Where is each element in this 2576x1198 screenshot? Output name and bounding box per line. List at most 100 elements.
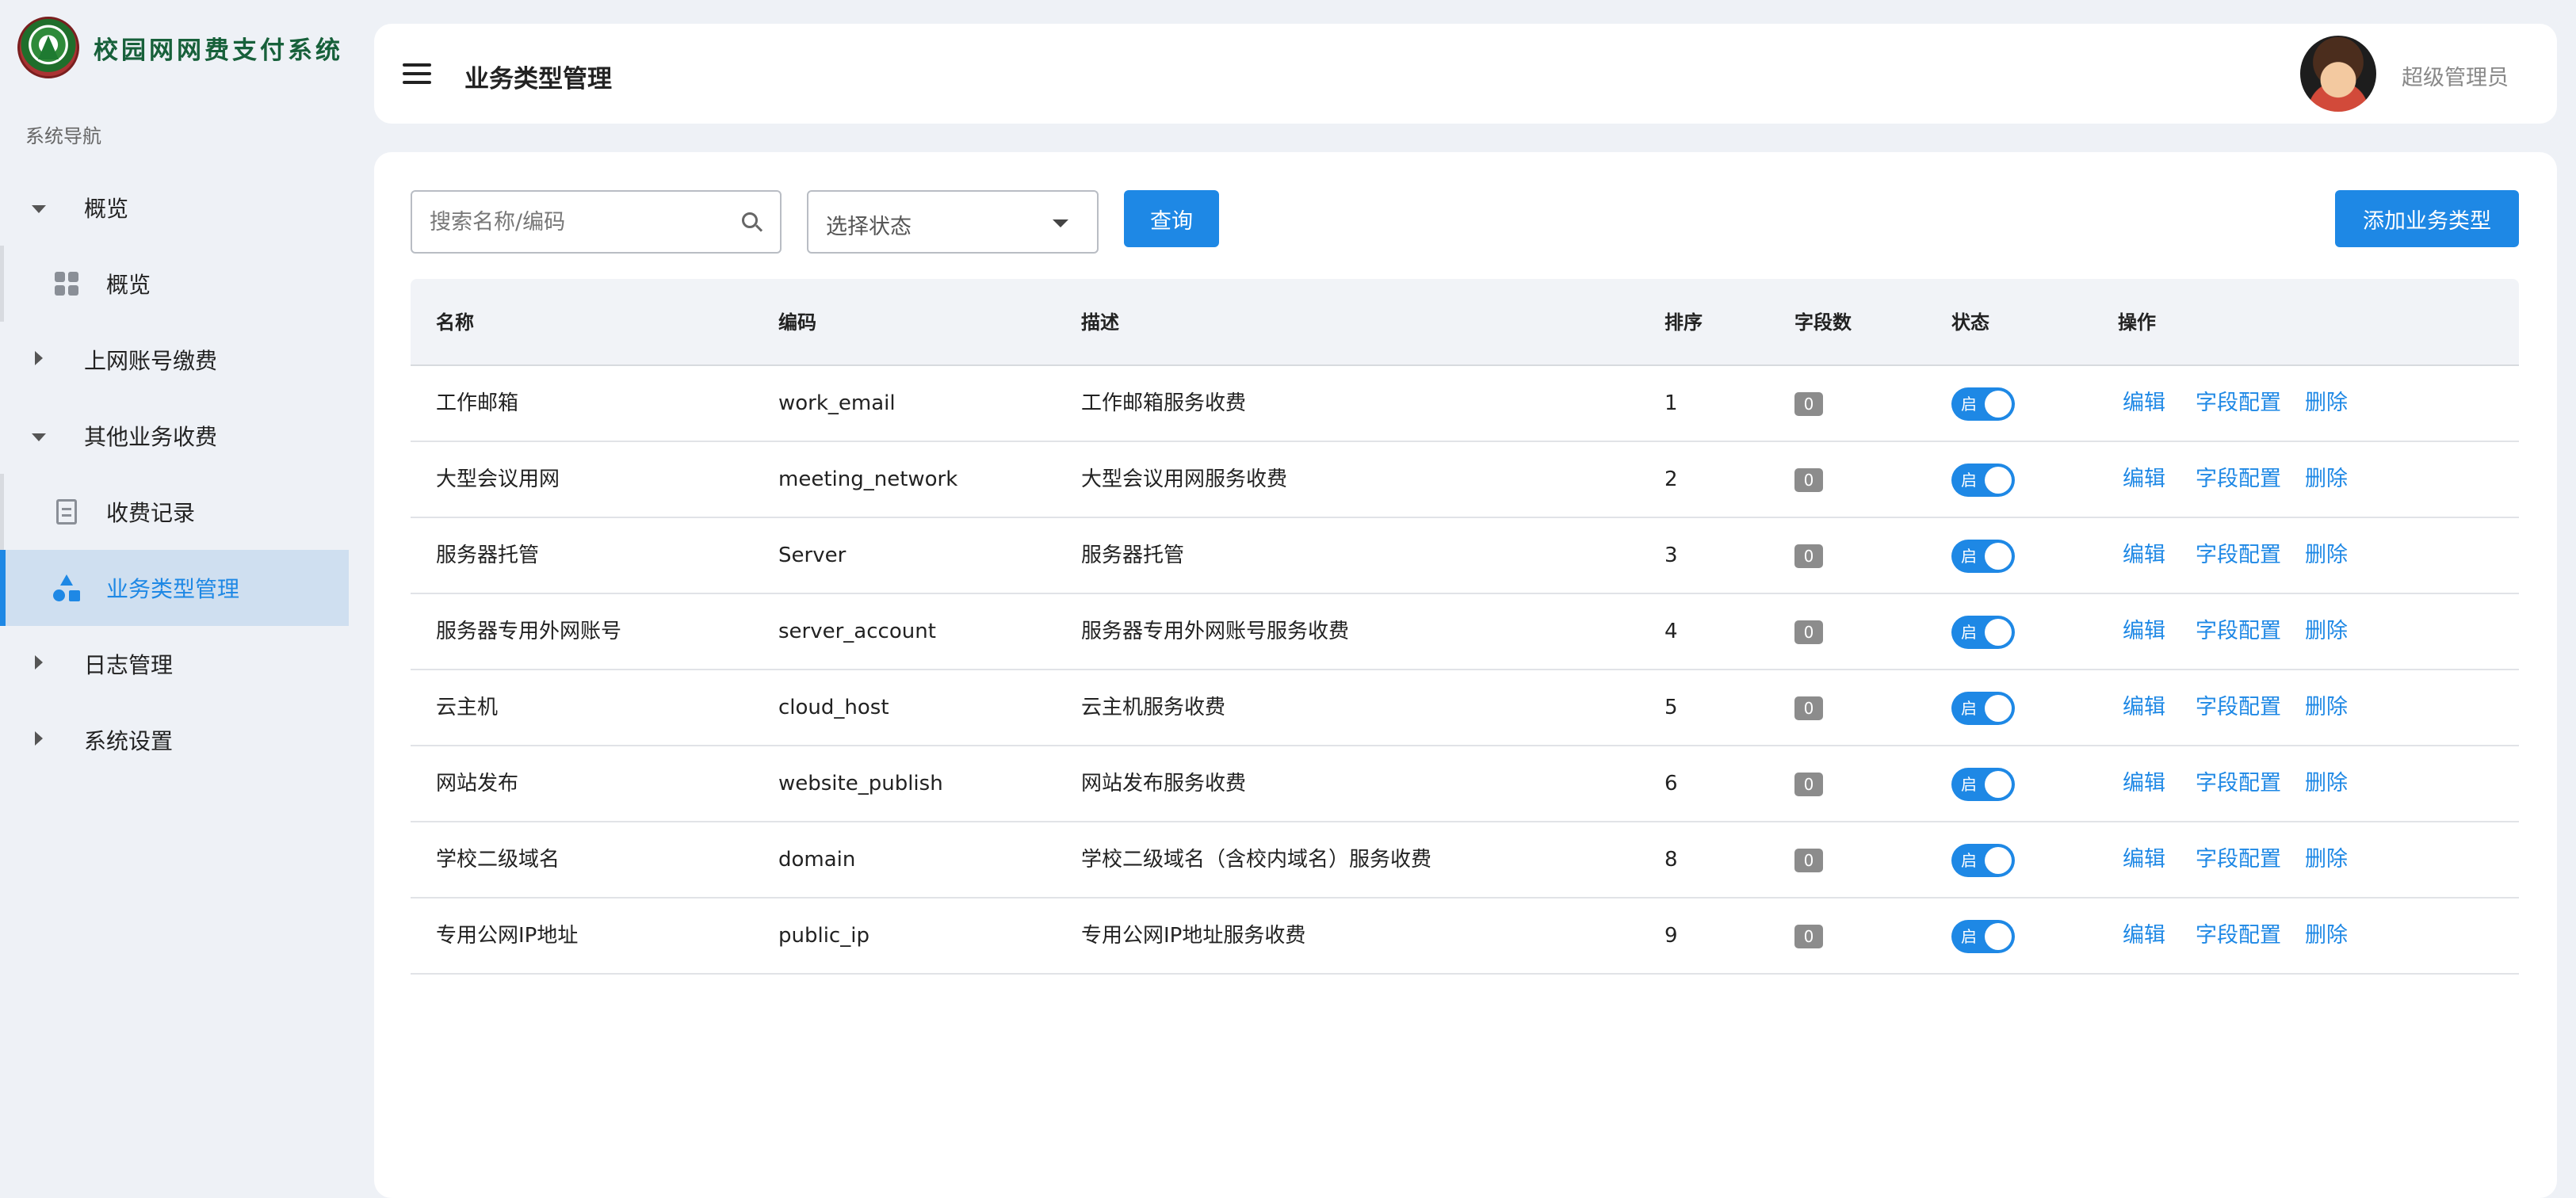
- sidebar-group-account-payment[interactable]: 上网账号缴费: [0, 322, 349, 398]
- edit-link[interactable]: 编辑: [2123, 822, 2165, 897]
- field-config-link[interactable]: 字段配置: [2196, 670, 2281, 745]
- table-header: 名称 编码 描述 排序 字段数 状态 操作: [411, 279, 2519, 366]
- table-row: 工作邮箱 work_email 工作邮箱服务收费 1 0 启 编辑 字段配置 删除: [411, 366, 2519, 442]
- field-config-link[interactable]: 字段配置: [2196, 442, 2281, 517]
- status-toggle-label: 启: [1961, 698, 1977, 718]
- delete-link[interactable]: 删除: [2305, 442, 2348, 517]
- edit-link[interactable]: 编辑: [2123, 670, 2165, 745]
- cell-sort: 6: [1664, 772, 1678, 795]
- cell-field-count: 0: [1794, 442, 1823, 517]
- sidebar-item-fee-records[interactable]: 收费记录: [0, 474, 349, 550]
- sidebar-item-label: 系统设置: [84, 728, 174, 754]
- sidebar-item-label: 概览: [106, 272, 151, 298]
- toggle-knob: [1985, 390, 2012, 418]
- edit-link[interactable]: 编辑: [2123, 442, 2165, 517]
- delete-link[interactable]: 删除: [2305, 518, 2348, 593]
- cell-code: work_email: [778, 391, 896, 415]
- toggle-knob: [1985, 694, 2012, 722]
- status-toggle[interactable]: 启: [1951, 615, 2015, 649]
- category-shapes-icon: [52, 574, 81, 602]
- cell-status: 启: [1951, 518, 2015, 593]
- cell-name: 服务器专用外网账号: [436, 620, 622, 643]
- cell-description: 网站发布服务收费: [1081, 772, 1247, 795]
- nav-caption: 系统导航: [25, 125, 101, 147]
- column-header-sort: 排序: [1664, 311, 1703, 334]
- brand: 校园网网费支付系统: [17, 16, 343, 79]
- delete-link[interactable]: 删除: [2305, 746, 2348, 821]
- cell-field-count: 0: [1794, 366, 1823, 441]
- status-toggle-label: 启: [1961, 850, 1977, 870]
- status-toggle[interactable]: 启: [1951, 387, 2015, 421]
- status-select[interactable]: 选择状态: [807, 190, 1099, 254]
- cell-sort: 3: [1664, 544, 1678, 567]
- sidebar-group-other-fees[interactable]: 其他业务收费: [0, 398, 349, 474]
- delete-link[interactable]: 删除: [2305, 594, 2348, 669]
- sidebar-group-settings[interactable]: 系统设置: [0, 702, 349, 778]
- edit-link[interactable]: 编辑: [2123, 594, 2165, 669]
- table-row: 网站发布 website_publish 网站发布服务收费 6 0 启 编辑 字段配置 删除: [411, 746, 2519, 822]
- table-row: 大型会议用网 meeting_network 大型会议用网服务收费 2 0 启 编辑 字段配置…: [411, 442, 2519, 518]
- delete-link[interactable]: 删除: [2305, 670, 2348, 745]
- cell-description: 学校二级域名（含校内域名）服务收费: [1081, 848, 1432, 872]
- main-card: 选择状态 查询 添加业务类型 名称 编码 描述 排序 字段数 状态 操作 工作邮…: [374, 152, 2557, 1198]
- cell-code: cloud_host: [778, 696, 889, 719]
- status-toggle-label: 启: [1961, 926, 1977, 946]
- delete-link[interactable]: 删除: [2305, 898, 2348, 973]
- field-config-link[interactable]: 字段配置: [2196, 594, 2281, 669]
- edit-link[interactable]: 编辑: [2123, 746, 2165, 821]
- status-toggle-label: 启: [1961, 622, 1977, 642]
- status-toggle[interactable]: 启: [1951, 919, 2015, 953]
- search-icon[interactable]: [742, 212, 758, 228]
- edit-link[interactable]: 编辑: [2123, 898, 2165, 973]
- column-header-status: 状态: [1951, 311, 1989, 334]
- sidebar-item-business-types[interactable]: 业务类型管理: [0, 550, 349, 626]
- edit-link[interactable]: 编辑: [2123, 518, 2165, 593]
- cell-name: 学校二级域名: [436, 848, 560, 872]
- chevron-down-icon: [0, 426, 84, 446]
- status-toggle[interactable]: 启: [1951, 843, 2015, 877]
- delete-link[interactable]: 删除: [2305, 366, 2348, 441]
- status-toggle[interactable]: 启: [1951, 767, 2015, 801]
- sidebar-item-label: 日志管理: [84, 652, 174, 678]
- edit-link[interactable]: 编辑: [2123, 366, 2165, 441]
- field-count-badge: 0: [1794, 391, 1823, 416]
- cell-name: 工作邮箱: [436, 391, 519, 415]
- cell-description: 服务器专用外网账号服务收费: [1081, 620, 1350, 643]
- cell-field-count: 0: [1794, 518, 1823, 593]
- user-name[interactable]: 超级管理员: [2402, 60, 2509, 91]
- query-button[interactable]: 查询: [1124, 190, 1219, 247]
- field-config-link[interactable]: 字段配置: [2196, 366, 2281, 441]
- cell-status: 启: [1951, 366, 2015, 441]
- field-config-link[interactable]: 字段配置: [2196, 518, 2281, 593]
- toggle-knob: [1985, 542, 2012, 570]
- cell-name: 专用公网IP地址: [436, 924, 579, 948]
- sidebar-item-label: 概览: [84, 196, 129, 222]
- sidebar-item-overview[interactable]: 概览: [0, 246, 349, 322]
- sidebar: 校园网网费支付系统 系统导航 概览 概览 上网账号缴费 其他业务收费 收费记录: [0, 0, 349, 1176]
- field-config-link[interactable]: 字段配置: [2196, 898, 2281, 973]
- cell-field-count: 0: [1794, 670, 1823, 745]
- field-count-badge: 0: [1794, 696, 1823, 720]
- avatar[interactable]: [2300, 36, 2376, 112]
- sidebar-group-logs[interactable]: 日志管理: [0, 626, 349, 702]
- status-toggle[interactable]: 启: [1951, 463, 2015, 497]
- sidebar-group-overview[interactable]: 概览: [0, 170, 349, 246]
- add-business-type-button[interactable]: 添加业务类型: [2335, 190, 2519, 247]
- hamburger-menu-icon[interactable]: [403, 63, 431, 84]
- sidebar-item-label: 收费记录: [106, 500, 196, 526]
- toggle-knob: [1985, 922, 2012, 950]
- cell-status: 启: [1951, 822, 2015, 897]
- status-toggle[interactable]: 启: [1951, 691, 2015, 725]
- table-row: 服务器托管 Server 服务器托管 3 0 启 编辑 字段配置 删除: [411, 518, 2519, 594]
- cell-status: 启: [1951, 898, 2015, 973]
- dropdown-arrow-icon: [1053, 219, 1068, 227]
- field-config-link[interactable]: 字段配置: [2196, 822, 2281, 897]
- field-config-link[interactable]: 字段配置: [2196, 746, 2281, 821]
- receipt-icon: [52, 498, 81, 526]
- sidebar-item-label: 业务类型管理: [106, 576, 240, 602]
- search-input[interactable]: [430, 192, 731, 252]
- table-body: 工作邮箱 work_email 工作邮箱服务收费 1 0 启编辑 字段配置 删除 大型会议用网 m…: [411, 366, 2519, 975]
- delete-link[interactable]: 删除: [2305, 822, 2348, 897]
- cell-code: domain: [778, 848, 856, 872]
- status-toggle[interactable]: 启: [1951, 539, 2015, 573]
